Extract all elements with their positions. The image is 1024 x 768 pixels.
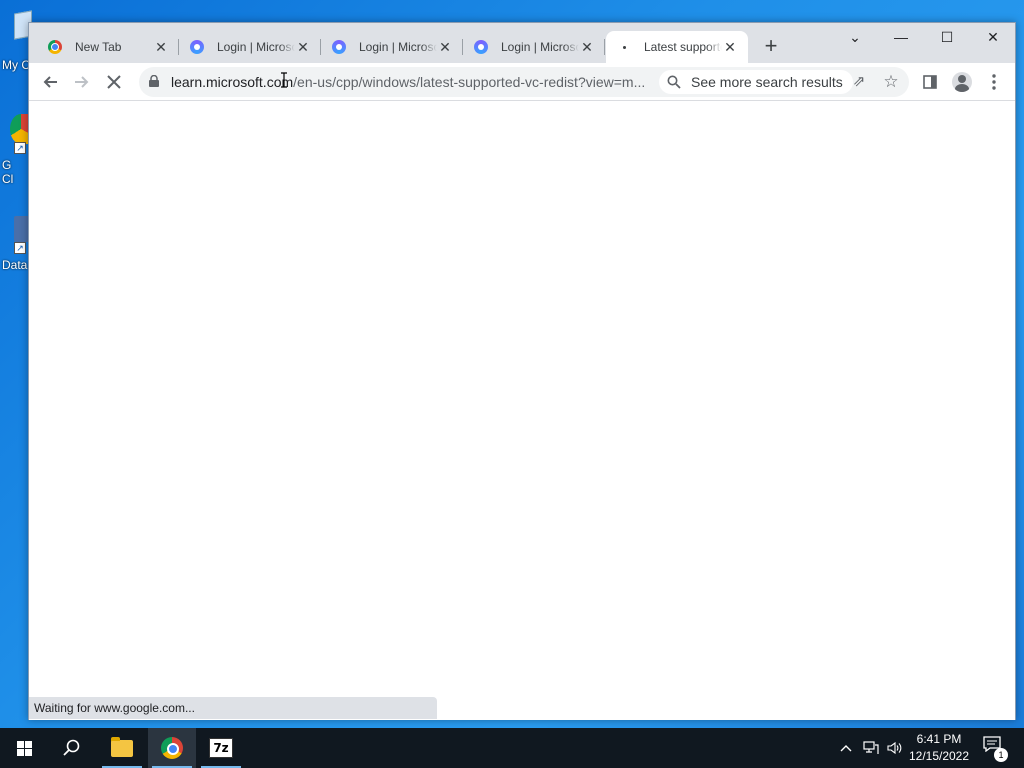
tab-login-microsoft-1[interactable]: Login | Microsoft ✕ xyxy=(179,31,321,63)
back-button[interactable] xyxy=(35,67,65,97)
taskbar-chrome[interactable] xyxy=(148,728,196,768)
stop-loading-button[interactable] xyxy=(99,67,129,97)
search-icon xyxy=(667,75,681,89)
network-icon xyxy=(863,741,879,754)
tab-strip: New Tab ✕ Login | Microsoft ✕ Login | Mi… xyxy=(29,23,1015,63)
close-icon[interactable]: ✕ xyxy=(437,39,453,55)
microsoft-login-icon xyxy=(473,39,489,55)
chevron-up-icon xyxy=(840,745,852,752)
tab-title: Login | Microsoft xyxy=(359,40,437,54)
forward-button[interactable] xyxy=(67,67,97,97)
shortcut-arrow-icon: ↗ xyxy=(14,142,26,154)
tab-separator xyxy=(604,39,605,55)
taskbar-file-explorer[interactable] xyxy=(98,728,146,768)
browser-window: New Tab ✕ Login | Microsoft ✕ Login | Mi… xyxy=(28,22,1016,720)
desktop-icon-google-chrome[interactable]: ↗ G Cl xyxy=(0,108,32,188)
taskbar-search-button[interactable] xyxy=(48,728,96,768)
volume-icon xyxy=(887,741,902,755)
windows-logo-icon xyxy=(16,740,32,756)
page-content xyxy=(29,102,1015,720)
volume-button[interactable] xyxy=(884,728,906,768)
network-button[interactable] xyxy=(860,728,882,768)
tab-login-microsoft-2[interactable]: Login | Microsoft ✕ xyxy=(321,31,463,63)
desktop-icon-label: Data xyxy=(2,258,28,272)
clock-time: 6:41 PM xyxy=(916,732,962,746)
microsoft-login-icon xyxy=(189,39,205,55)
tab-latest-supported[interactable]: Latest supported ✕ xyxy=(606,31,748,63)
arrow-left-icon xyxy=(43,76,57,88)
avatar-icon xyxy=(952,72,972,92)
side-panel-button[interactable] xyxy=(915,67,945,97)
bookmark-star-icon[interactable]: ☆ xyxy=(881,72,901,92)
tab-search-button[interactable]: ⌄ xyxy=(832,23,878,51)
url-text[interactable]: learn.microsoft.com/en-us/cpp/windows/la… xyxy=(171,74,653,90)
url-domain: learn.microsoft.com xyxy=(171,74,294,90)
notification-count-badge: 1 xyxy=(994,748,1008,762)
address-bar[interactable]: learn.microsoft.com/en-us/cpp/windows/la… xyxy=(139,67,909,97)
lock-icon xyxy=(149,75,159,87)
clock-date: 12/15/2022 xyxy=(908,749,970,763)
taskbar: 7z 6:41 PM 12/15/2022 1 xyxy=(0,728,1024,768)
search-icon xyxy=(63,739,80,756)
taskbar-clock[interactable]: 6:41 PM 12/15/2022 xyxy=(906,731,972,765)
close-icon[interactable]: ✕ xyxy=(295,39,311,55)
side-panel-icon xyxy=(923,75,937,89)
browser-toolbar: learn.microsoft.com/en-us/cpp/windows/la… xyxy=(29,63,1015,101)
start-button[interactable] xyxy=(0,728,48,768)
maximize-button[interactable]: ☐ xyxy=(924,23,970,51)
microsoft-login-icon xyxy=(331,39,347,55)
status-bubble: Waiting for www.google.com... xyxy=(29,697,437,719)
close-icon xyxy=(107,75,121,89)
see-more-search-results-chip[interactable]: See more search results xyxy=(659,70,853,94)
tab-title: Latest supported xyxy=(644,40,722,54)
shortcut-arrow-icon: ↗ xyxy=(14,242,26,254)
close-icon[interactable]: ✕ xyxy=(722,39,738,55)
url-path: /en-us/cpp/windows/latest-supported-vc-r… xyxy=(293,74,646,90)
loading-icon xyxy=(616,39,632,55)
chrome-icon xyxy=(161,737,183,759)
close-window-button[interactable]: ✕ xyxy=(970,23,1016,51)
desktop-icon-label: G Cl xyxy=(2,158,14,186)
more-vertical-icon xyxy=(992,74,996,90)
chrome-icon xyxy=(47,39,63,55)
taskbar-7zip[interactable]: 7z xyxy=(197,728,245,768)
share-icon[interactable]: ⇗ xyxy=(849,72,869,92)
desktop-icon-my-computer[interactable]: My C xyxy=(0,8,32,76)
search-chip-label: See more search results xyxy=(691,74,843,90)
close-icon[interactable]: ✕ xyxy=(153,39,169,55)
tab-login-microsoft-3[interactable]: Login | Microsoft ✕ xyxy=(463,31,605,63)
new-tab-button[interactable]: + xyxy=(759,35,783,59)
minimize-button[interactable]: — xyxy=(878,23,924,51)
show-hidden-icons-button[interactable] xyxy=(836,728,856,768)
7zip-icon: 7z xyxy=(209,738,233,758)
arrow-right-icon xyxy=(75,76,89,88)
folder-icon xyxy=(111,736,133,757)
text-cursor-icon xyxy=(281,72,287,88)
tab-title: Login | Microsoft xyxy=(217,40,295,54)
chrome-menu-button[interactable] xyxy=(979,67,1009,97)
tab-title: Login | Microsoft xyxy=(501,40,579,54)
profile-button[interactable] xyxy=(947,67,977,97)
desktop-icon-label: My C xyxy=(2,58,30,72)
tab-new-tab[interactable]: New Tab ✕ xyxy=(37,31,179,63)
close-icon[interactable]: ✕ xyxy=(579,39,595,55)
tab-title: New Tab xyxy=(75,40,122,54)
action-center-button[interactable]: 1 xyxy=(980,736,1008,762)
desktop-icon-data[interactable]: ↗ Data xyxy=(0,208,30,272)
